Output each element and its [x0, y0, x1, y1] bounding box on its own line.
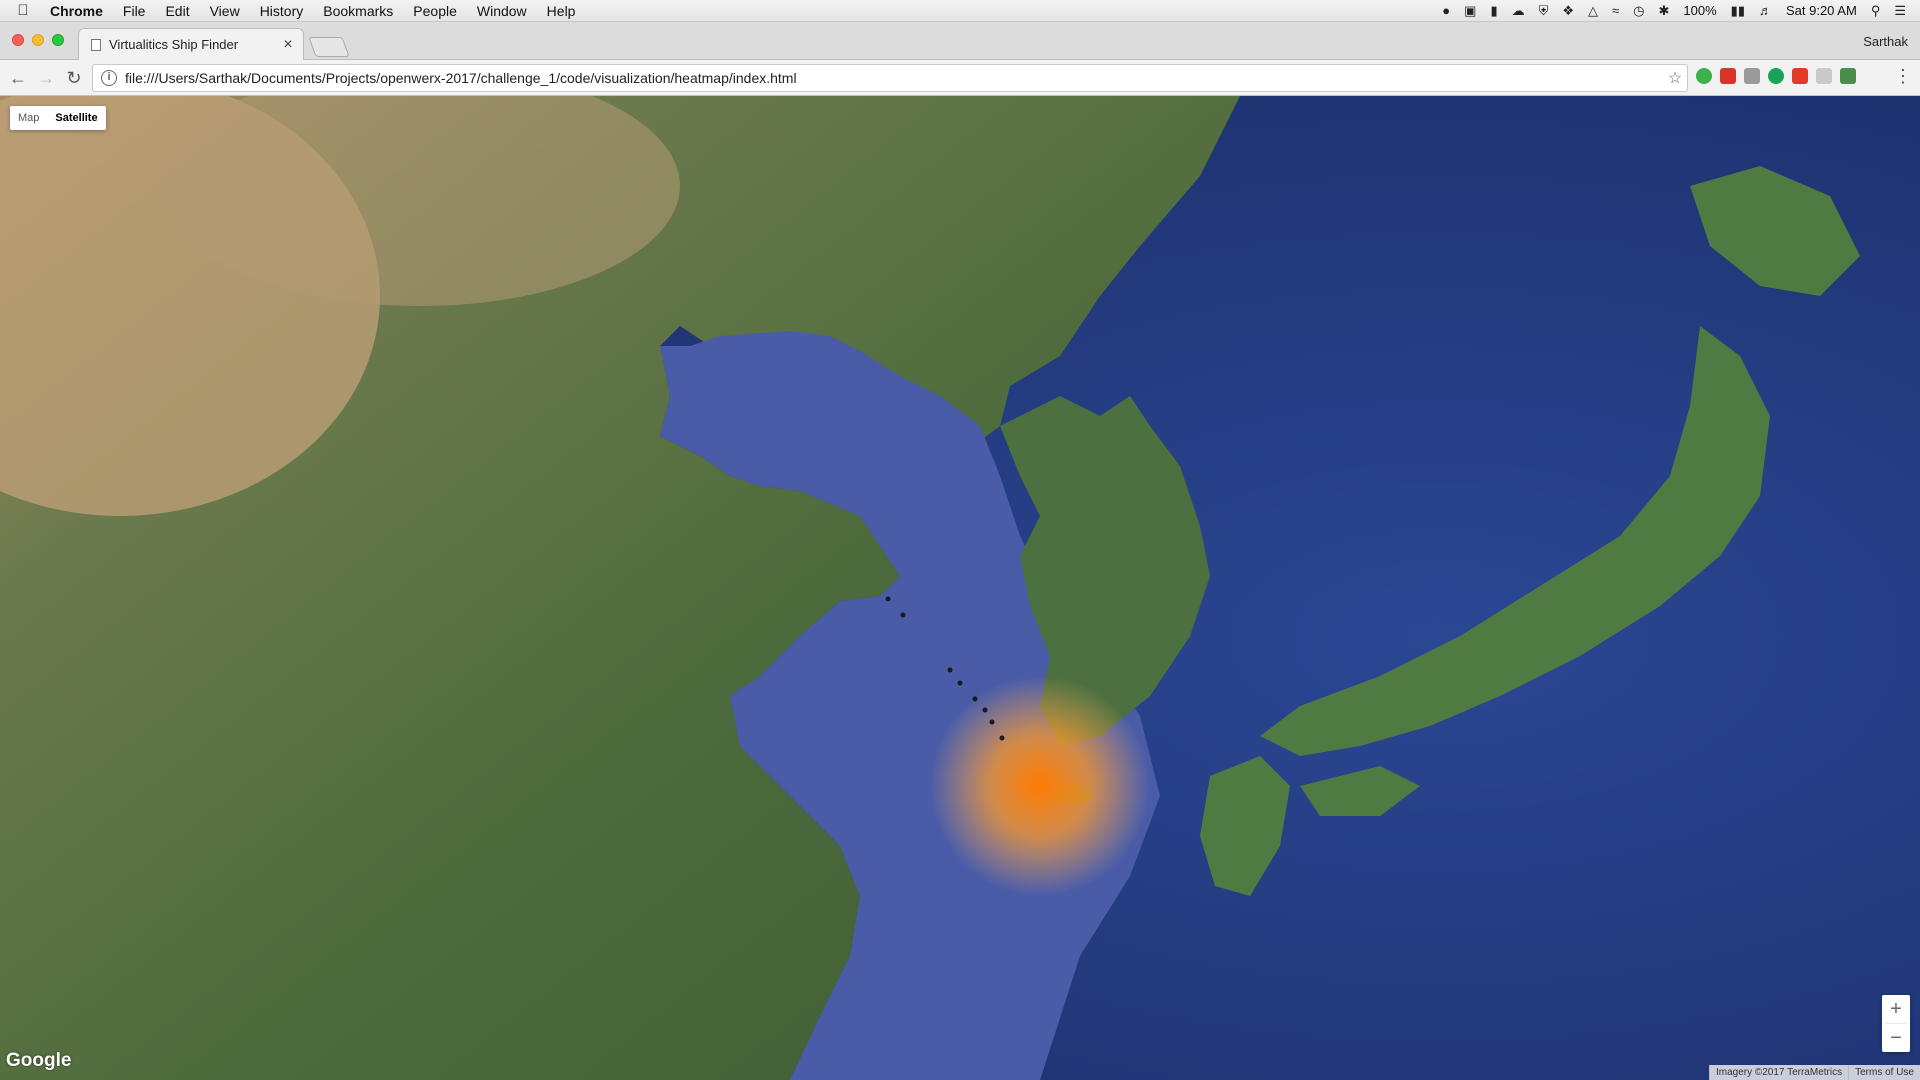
profile-name[interactable]: Sarthak — [1863, 34, 1908, 49]
extension-green-icon[interactable] — [1696, 68, 1712, 84]
ship-point[interactable] — [957, 680, 963, 686]
ship-point[interactable] — [989, 719, 995, 725]
menu-bookmarks[interactable]: Bookmarks — [313, 3, 403, 19]
window-controls — [12, 34, 64, 46]
menu-history[interactable]: History — [250, 3, 314, 19]
shield-icon[interactable]: ⛨ — [1539, 3, 1549, 19]
zoom-in-button[interactable]: + — [1882, 995, 1910, 1023]
airplay-icon[interactable]: △ — [1588, 3, 1598, 19]
ship-point[interactable] — [982, 707, 988, 713]
back-arrow-icon[interactable]: ← — [6, 66, 30, 90]
chrome-menu-icon[interactable]: ⋮ — [1894, 66, 1912, 87]
bookmark-icon[interactable]: ▮ — [1490, 3, 1497, 19]
url-text[interactable]: file:///Users/Sarthak/Documents/Projects… — [125, 70, 1663, 86]
google-logo: Google — [6, 1050, 72, 1071]
bluetooth-icon[interactable]: ✱ — [1659, 3, 1670, 19]
map-canvas[interactable]: Map Satellite Google + − Imagery ©2017 T… — [0, 96, 1920, 1080]
heatmap-hotspot — [930, 676, 1150, 896]
address-bar[interactable]: i file:///Users/Sarthak/Documents/Projec… — [92, 64, 1688, 92]
menu-app-name[interactable]: Chrome — [46, 3, 113, 19]
clock[interactable]: Sat 9:20 AM — [1786, 3, 1857, 18]
extension-cast-icon[interactable] — [1816, 68, 1832, 84]
spotlight-search-icon[interactable]: ⚲ — [1871, 3, 1881, 19]
reload-icon[interactable]: ↻ — [62, 66, 86, 90]
battery-icon[interactable]: ▮▮ — [1731, 3, 1745, 19]
ship-point[interactable] — [885, 596, 891, 602]
cloud-icon[interactable]: ☁ — [1512, 3, 1525, 19]
window-close-button[interactable] — [12, 34, 24, 46]
menu-people[interactable]: People — [403, 3, 467, 19]
active-tab[interactable]: Virtualitics Ship Finder × — [78, 28, 304, 60]
ship-point[interactable] — [999, 735, 1005, 741]
tab-close-icon[interactable]: × — [279, 36, 297, 54]
status-app-icon[interactable]: ● — [1442, 3, 1450, 18]
status-area: ● ▣ ▮ ☁ ⛨ ❖ △ ≈ ◷ ✱ 100% ▮▮ ♬ Sat 9:20 A… — [1442, 3, 1920, 19]
extensions-area — [1696, 68, 1856, 84]
new-tab-button[interactable] — [308, 37, 350, 57]
tab-strip: Virtualitics Ship Finder × Sarthak — [0, 22, 1920, 60]
bookmark-star-icon[interactable]: ☆ — [1663, 68, 1687, 88]
cast-icon[interactable]: ▣ — [1464, 3, 1476, 19]
satellite-imagery — [0, 96, 1920, 1080]
ship-point[interactable] — [972, 696, 978, 702]
dropbox-icon[interactable]: ❖ — [1562, 3, 1574, 19]
terms-of-use-link[interactable]: Terms of Use — [1848, 1065, 1920, 1080]
macos-menu-bar:  Chrome File Edit View History Bookmark… — [0, 0, 1920, 22]
forward-arrow-icon[interactable]: → — [34, 66, 58, 90]
map-type-satellite-button[interactable]: Satellite — [47, 106, 105, 130]
menu-file[interactable]: File — [113, 3, 156, 19]
zoom-out-button[interactable]: − — [1882, 1024, 1910, 1052]
browser-toolbar: ← → ↻ i file:///Users/Sarthak/Documents/… — [0, 60, 1920, 96]
window-minimize-button[interactable] — [32, 34, 44, 46]
extension-teal-icon[interactable] — [1768, 68, 1784, 84]
notification-center-icon[interactable]: ☰ — [1894, 3, 1906, 19]
map-type-control: Map Satellite — [10, 106, 106, 130]
map-type-map-button[interactable]: Map — [10, 106, 47, 130]
info-icon[interactable]: i — [101, 70, 117, 86]
extension-image-icon[interactable] — [1840, 68, 1856, 84]
battery-percentage: 100% — [1683, 3, 1717, 18]
map-attribution: Imagery ©2017 TerraMetrics Terms of Use — [1708, 1065, 1920, 1080]
page-icon — [91, 38, 101, 51]
extension-red-icon[interactable] — [1720, 68, 1736, 84]
menu-edit[interactable]: Edit — [155, 3, 199, 19]
window-maximize-button[interactable] — [52, 34, 64, 46]
extension-lock-icon[interactable] — [1744, 68, 1760, 84]
menu-help[interactable]: Help — [537, 3, 586, 19]
tab-title: Virtualitics Ship Finder — [109, 37, 239, 52]
menu-window[interactable]: Window — [467, 3, 537, 19]
wifi-icon[interactable]: ≈ — [1612, 3, 1619, 18]
ship-point[interactable] — [900, 612, 906, 618]
zoom-control: + − — [1882, 995, 1910, 1052]
extension-flag-icon[interactable] — [1792, 68, 1808, 84]
apple-menu-icon[interactable]:  — [0, 2, 46, 19]
imagery-credit: Imagery ©2017 TerraMetrics — [1708, 1065, 1849, 1080]
volume-icon[interactable]: ♬ — [1759, 3, 1772, 18]
ship-point[interactable] — [947, 667, 953, 673]
menu-view[interactable]: View — [200, 3, 250, 19]
time-machine-icon[interactable]: ◷ — [1633, 3, 1644, 19]
